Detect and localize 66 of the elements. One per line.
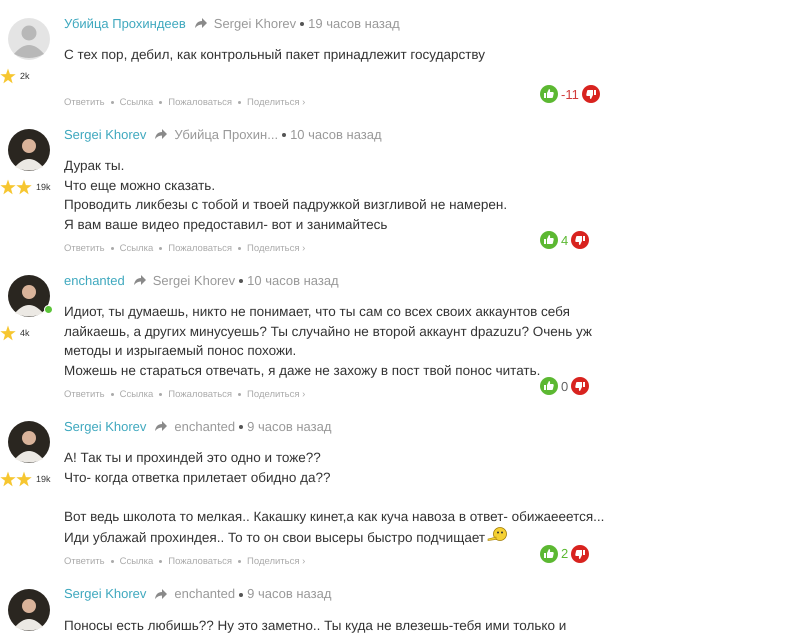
- action-link[interactable]: Пожаловаться: [168, 388, 232, 400]
- author-link[interactable]: Sergei Khorev: [64, 418, 146, 434]
- comment-time: 19 часов назад: [300, 16, 400, 30]
- comment-text: Идиот, ты думаешь, никто не понимает, что ты сам со всех своих аккаунтов себя: [64, 304, 570, 319]
- comment-text: Что- когда ответка прилетает обидно да??: [64, 470, 331, 484]
- comment-text: Поносы есть любишь?? Ну это заметно.. Ты куда не влезешь-тебя ими только и: [64, 618, 566, 632]
- action-link[interactable]: Ответить: [64, 96, 105, 108]
- action-link[interactable]: Пожаловаться: [168, 96, 232, 108]
- comment-text: А! Так ты и прохиндей это одно и тоже??: [64, 450, 321, 465]
- action-link[interactable]: Пожаловаться: [168, 556, 232, 567]
- action-link[interactable]: Ответить: [64, 556, 105, 567]
- author-link[interactable]: enchanted: [64, 272, 125, 288]
- reply-to-link[interactable]: enchanted: [174, 418, 236, 434]
- comment-text: Иди ублажай прохиндея.. То то он свои высеры быстро подчищает: [64, 530, 486, 545]
- vote-score: 0: [561, 378, 568, 394]
- rating-count: 2k: [20, 71, 30, 81]
- thumbs-down-icon: [571, 231, 590, 249]
- comment-text: Что еще можно сказать.: [64, 178, 216, 192]
- reply-to-link[interactable]: Sergei Khorev: [152, 272, 236, 288]
- comment-time: 10 часов назад: [239, 272, 339, 288]
- thumbs-up-icon: [540, 544, 558, 562]
- reply-arrow-icon: [132, 274, 147, 286]
- action-link[interactable]: Пожаловаться: [168, 242, 232, 254]
- reply-arrow-icon: [154, 420, 168, 432]
- vote-score: 4: [561, 232, 568, 248]
- comment-time: 9 часов назад: [239, 418, 332, 434]
- reply-arrow-icon: [154, 128, 168, 140]
- reply-to-link[interactable]: Убийца Прохин...: [174, 126, 278, 142]
- action-link[interactable]: Ответить: [64, 388, 105, 400]
- action-link[interactable]: Ссылка: [120, 242, 154, 254]
- thumbs-up-icon: [540, 377, 558, 395]
- comment-text: Я вам ваше видео предоставил- вот и занимайтесь: [64, 216, 388, 232]
- comment-text: С тех пор, дебил, как контрольный пакет принадлежит государству: [64, 47, 486, 62]
- action-link[interactable]: Поделиться ›: [247, 96, 306, 108]
- author-link[interactable]: Sergei Khorev: [64, 586, 146, 601]
- thumbs-down-icon: [571, 377, 590, 395]
- action-link[interactable]: Ссылка: [120, 388, 154, 400]
- comment-time: 9 часов назад: [239, 586, 332, 601]
- action-link[interactable]: Поделиться ›: [247, 242, 306, 254]
- reply-to-link[interactable]: Sergei Khorev: [214, 16, 296, 30]
- action-link[interactable]: Ответить: [64, 242, 105, 254]
- action-link[interactable]: Поделиться ›: [247, 556, 306, 567]
- action-link[interactable]: Ссылка: [120, 96, 154, 108]
- comment-text: Дурак ты.: [64, 158, 124, 173]
- author-link[interactable]: Sergei Khorev: [64, 126, 146, 142]
- author-link[interactable]: Убийца Прохиндеев: [64, 16, 186, 30]
- reply-arrow-icon: [154, 588, 168, 600]
- thumbs-down-icon: [582, 85, 600, 103]
- thumbs-down-icon: [571, 544, 590, 562]
- rating-count: 4k: [20, 328, 30, 338]
- vote-score: -11: [561, 86, 579, 102]
- rating-count: 19k: [36, 474, 51, 484]
- comment-text: Вот ведь школота то мелкая.. Какашку кинет,а как куча навоза в ответ- обижаееется...: [64, 508, 604, 524]
- comment-time: 10 часов назад: [282, 126, 382, 142]
- thumbs-up-icon: [540, 85, 558, 103]
- action-link[interactable]: Ссылка: [120, 556, 154, 567]
- comment-text: Проводить ликбезы с тобой и твоей падружкой визгливой не намерен.: [64, 197, 508, 212]
- vote-score: 2: [561, 546, 568, 561]
- thumbs-up-icon: [540, 231, 558, 249]
- reply-arrow-icon: [194, 17, 208, 29]
- action-link[interactable]: Поделиться ›: [247, 388, 306, 400]
- reply-to-link[interactable]: enchanted: [174, 586, 236, 601]
- comment-text: Можешь не стараться отвечать, я даже не захожу в пост твой понос читать.: [64, 362, 540, 378]
- comment-text: методы и изрыгаемый понос похожи.: [64, 343, 296, 358]
- comment-text: лайкаешь, а других минусуешь? Ты случайно не второй аккаунт dpazuzu? Очень уж: [64, 324, 592, 338]
- rating-count: 19k: [36, 182, 51, 192]
